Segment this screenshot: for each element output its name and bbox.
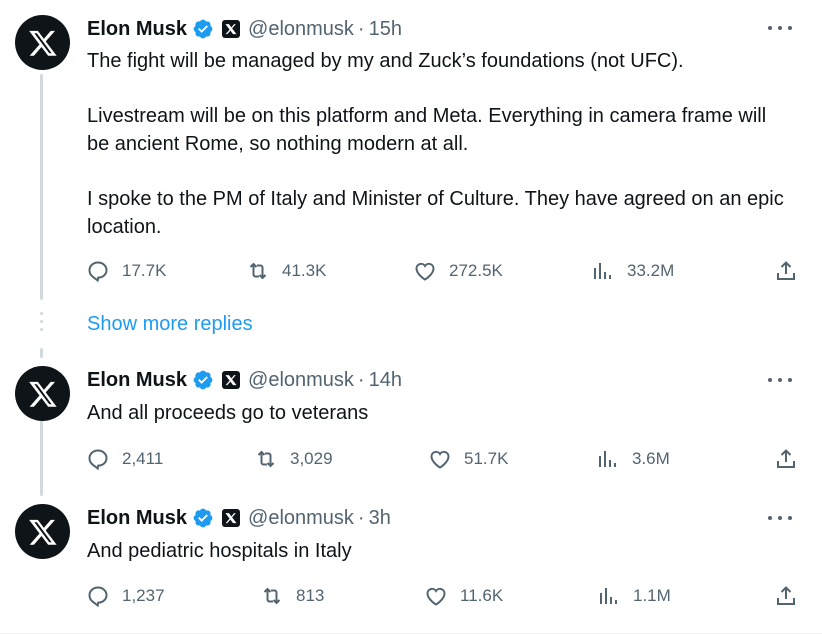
reply-icon [88, 586, 108, 608]
views-count: 33.2M [627, 261, 675, 280]
x-affiliate-badge-icon[interactable] [222, 20, 241, 38]
tweet-paragraph: I spoke to the PM of Italy and Minister … [87, 188, 784, 238]
author-handle[interactable]: @elonmusk [248, 507, 354, 530]
more-options-icon[interactable] [768, 368, 792, 392]
share-icon [777, 261, 795, 280]
like-count: 272.5K [449, 261, 503, 280]
x-logo-icon [28, 30, 57, 56]
verified-badge-icon [192, 18, 214, 40]
reply-button[interactable]: 1,237 [86, 583, 165, 609]
views-button[interactable]: 3.6M [596, 446, 670, 472]
thread-line-2 [40, 348, 43, 358]
views-count: 3.6M [632, 449, 670, 468]
repost-count: 41.3K [282, 261, 327, 280]
x-logo-icon [28, 381, 57, 407]
share-button[interactable] [774, 446, 798, 472]
share-icon [777, 586, 795, 605]
views-icon [599, 451, 616, 467]
tweet-text: And pediatric hospitals in Italy [87, 537, 787, 565]
x-affiliate-badge-icon[interactable] [222, 371, 241, 389]
tweet-text: The fight will be managed by my and Zuck… [87, 47, 787, 241]
thread-dots [40, 312, 43, 336]
views-button[interactable]: 33.2M [591, 258, 674, 284]
share-button[interactable] [774, 258, 798, 284]
avatar[interactable] [15, 15, 70, 70]
separator: · [357, 368, 365, 391]
more-options-icon[interactable] [768, 506, 792, 530]
share-button[interactable] [774, 583, 798, 609]
like-button[interactable]: 11.6K [424, 583, 503, 609]
timestamp[interactable]: 3h [369, 507, 391, 530]
repost-button[interactable]: 3,029 [254, 446, 333, 472]
heart-icon [415, 262, 435, 281]
author-name[interactable]: Elon Musk [87, 369, 187, 392]
tweet-header: Elon Musk @elonmusk · 15h [87, 16, 402, 42]
reply-icon [88, 449, 108, 471]
tweet-actions: 17.7K 41.3K 272.5K 33.2M [86, 258, 798, 284]
tweet-paragraph: And pediatric hospitals in Italy [87, 540, 352, 562]
author-handle[interactable]: @elonmusk [248, 18, 354, 41]
like-button[interactable]: 51.7K [428, 446, 508, 472]
heart-icon [430, 450, 450, 469]
views-count: 1.1M [633, 586, 671, 605]
author-name[interactable]: Elon Musk [87, 18, 187, 41]
reply-count: 17.7K [122, 261, 167, 280]
tweet-paragraph: Livestream will be on this platform and … [87, 105, 767, 155]
tweet-paragraph: The fight will be managed by my and Zuck… [87, 50, 684, 72]
tweet-actions: 1,237 813 11.6K 1.1M [86, 583, 798, 609]
author-name[interactable]: Elon Musk [87, 507, 187, 530]
repost-icon [263, 587, 281, 605]
timestamp[interactable]: 15h [369, 18, 402, 41]
verified-badge-icon [192, 369, 214, 391]
repost-icon [249, 262, 267, 280]
tweet-header: Elon Musk @elonmusk · 3h [87, 505, 391, 531]
reply-button[interactable]: 17.7K [86, 258, 166, 284]
x-logo-icon [28, 519, 57, 545]
verified-badge-icon [192, 507, 214, 529]
views-icon [600, 588, 617, 604]
like-button[interactable]: 272.5K [413, 258, 503, 284]
reply-count: 1,237 [122, 586, 165, 605]
like-count: 11.6K [460, 586, 504, 605]
tweet-actions: 2,411 3,029 51.7K 3.6M [86, 446, 798, 472]
tweet-text: And all proceeds go to veterans [87, 399, 787, 427]
reply-count: 2,411 [122, 449, 164, 468]
more-options-icon[interactable] [768, 16, 792, 40]
repost-button[interactable]: 813 [260, 583, 324, 609]
tweet-paragraph: And all proceeds go to veterans [87, 402, 369, 424]
repost-count: 813 [296, 586, 325, 605]
timestamp[interactable]: 14h [369, 369, 402, 392]
share-icon [777, 449, 795, 468]
avatar[interactable] [15, 504, 70, 559]
separator: · [357, 17, 365, 40]
views-icon [594, 263, 611, 279]
heart-icon [426, 587, 446, 606]
reply-button[interactable]: 2,411 [86, 446, 163, 472]
thread-line-3 [40, 410, 43, 496]
repost-button[interactable]: 41.3K [246, 258, 326, 284]
repost-icon [257, 450, 275, 468]
author-handle[interactable]: @elonmusk [248, 369, 354, 392]
thread-line-1 [40, 74, 43, 300]
x-affiliate-badge-icon[interactable] [222, 509, 241, 527]
avatar[interactable] [15, 366, 70, 421]
like-count: 51.7K [464, 449, 509, 468]
reply-icon [88, 261, 108, 283]
views-button[interactable]: 1.1M [597, 583, 671, 609]
separator: · [357, 506, 365, 529]
repost-count: 3,029 [290, 449, 333, 468]
show-more-replies-link[interactable]: Show more replies [87, 313, 253, 336]
tweet-header: Elon Musk @elonmusk · 14h [87, 367, 402, 393]
